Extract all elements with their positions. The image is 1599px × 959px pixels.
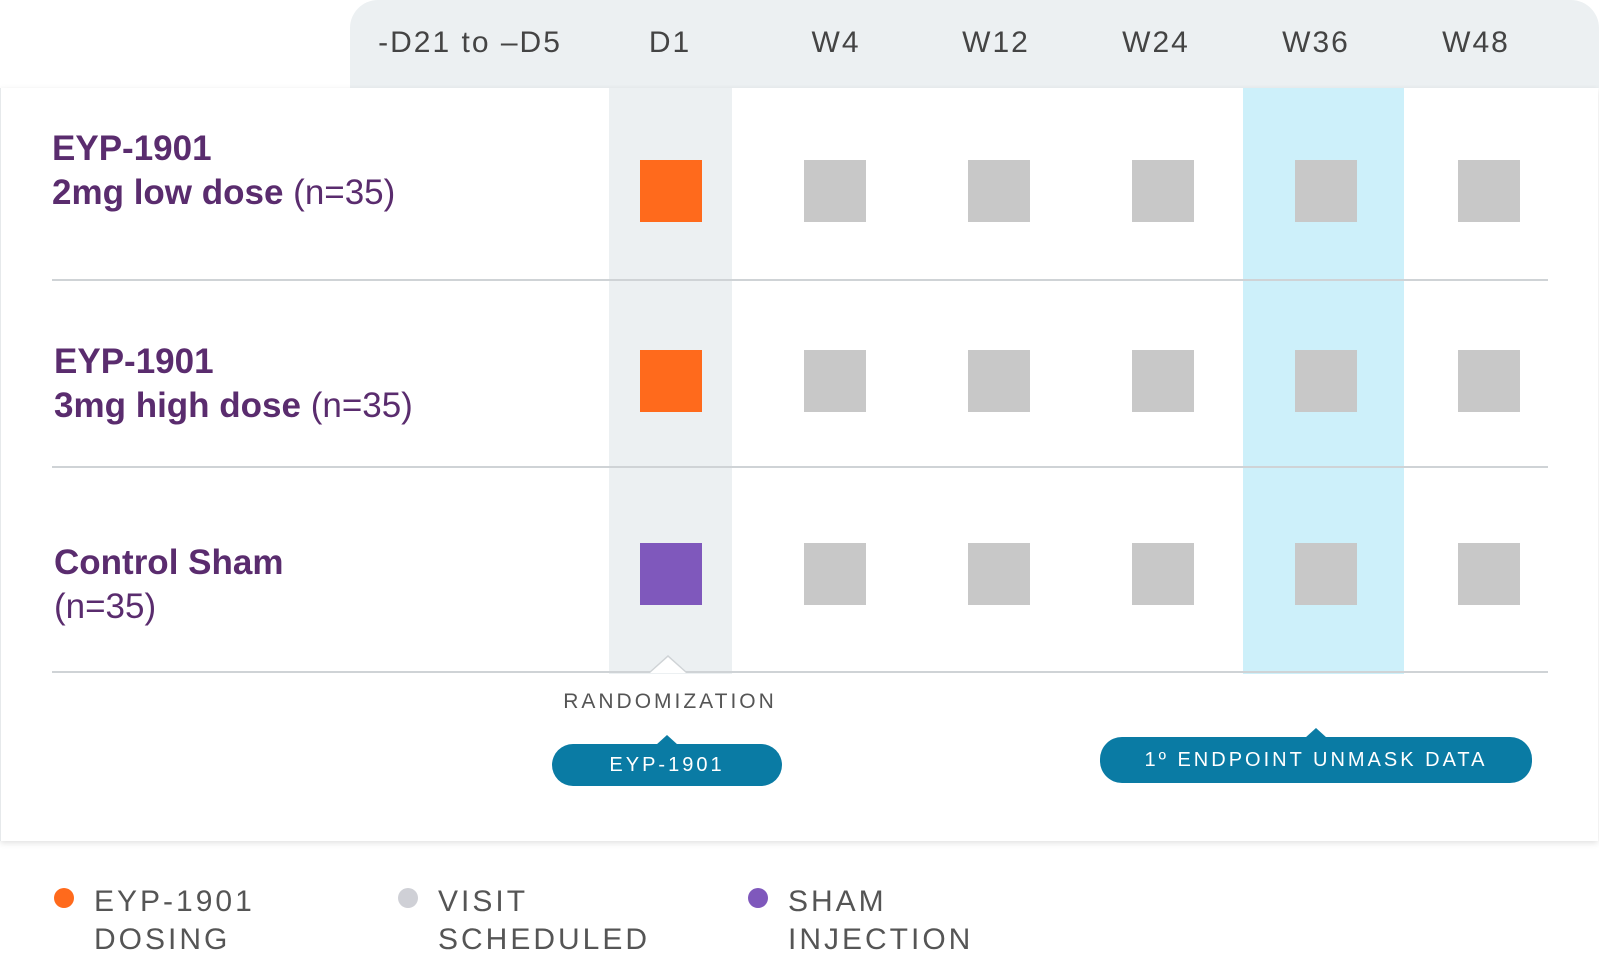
visit-square	[1295, 350, 1357, 412]
row-label-low-dose: EYP-1901 2mg low dose (n=35)	[52, 127, 395, 215]
row-drug-name: EYP-1901	[52, 129, 212, 168]
visit-square	[1295, 543, 1357, 605]
randomization-pointer-fill	[650, 657, 686, 673]
orange-dot-icon	[54, 888, 74, 908]
legend-dosing: EYP-1901 DOSING	[94, 883, 255, 959]
endpoint-pill: 1º ENDPOINT UNMASK DATA	[1100, 737, 1532, 783]
visit-square	[804, 160, 866, 222]
column-label-w48: W48	[1442, 26, 1510, 59]
row-divider	[52, 279, 1548, 281]
row-label-high-dose: EYP-1901 3mg high dose (n=35)	[54, 340, 413, 428]
visit-square	[968, 160, 1030, 222]
visit-square	[1458, 543, 1520, 605]
visit-square	[1458, 350, 1520, 412]
randomization-label: RANDOMIZATION	[563, 690, 777, 713]
visit-square	[1132, 350, 1194, 412]
row-dose: 2mg low dose	[52, 173, 284, 212]
purple-dot-icon	[748, 888, 768, 908]
row-drug-name: Control Sham	[54, 543, 284, 582]
row-count: (n=35)	[283, 173, 396, 212]
visit-square	[1132, 543, 1194, 605]
column-label-w12: W12	[962, 26, 1030, 59]
legend-line: EYP-1901	[94, 885, 255, 918]
legend-visit: VISIT SCHEDULED	[438, 883, 650, 959]
row-divider	[52, 466, 1548, 468]
visit-square	[968, 350, 1030, 412]
row-drug-name: EYP-1901	[54, 342, 214, 381]
sham-square	[640, 543, 702, 605]
visit-square	[1295, 160, 1357, 222]
visit-square	[1458, 160, 1520, 222]
legend-line: VISIT	[438, 885, 529, 918]
dosing-square	[640, 160, 702, 222]
column-label-w36: W36	[1282, 26, 1350, 59]
row-count: (n=35)	[300, 386, 413, 425]
column-label-w24: W24	[1122, 26, 1190, 59]
row-label-control: Control Sham (n=35)	[54, 541, 283, 629]
dosing-square	[640, 350, 702, 412]
legend-line: DOSING	[94, 923, 231, 956]
column-label-w4: W4	[811, 26, 861, 59]
column-label-screening: -D21 to –D5	[378, 26, 562, 59]
visit-square	[804, 543, 866, 605]
visit-square	[804, 350, 866, 412]
row-dose: 3mg high dose	[54, 386, 301, 425]
visit-square	[1132, 160, 1194, 222]
grey-dot-icon	[398, 888, 418, 908]
row-count: (n=35)	[54, 587, 157, 626]
legend-line: INJECTION	[788, 923, 974, 956]
column-label-d1: D1	[648, 26, 692, 59]
legend-line: SHAM	[788, 885, 887, 918]
drug-pill: EYP-1901	[552, 744, 782, 786]
legend-sham: SHAM INJECTION	[788, 883, 973, 959]
visit-square	[968, 543, 1030, 605]
legend-line: SCHEDULED	[438, 923, 651, 956]
row-divider	[52, 671, 1548, 673]
